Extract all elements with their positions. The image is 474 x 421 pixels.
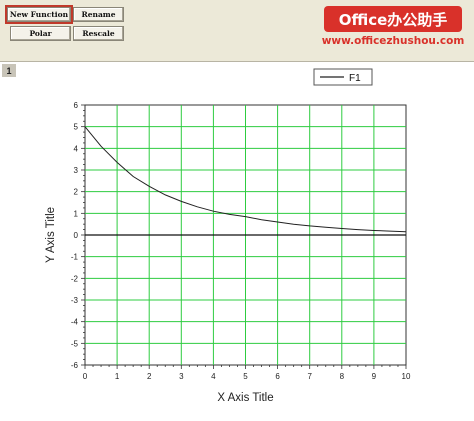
data-point — [165, 194, 166, 195]
x-tick-label: 8 — [340, 372, 345, 381]
y-axis-title: Y Axis Title — [45, 207, 57, 263]
data-point — [357, 229, 358, 230]
y-tick-label: -6 — [71, 361, 79, 370]
data-point — [149, 186, 150, 187]
data-point — [117, 162, 118, 163]
x-tick-label: 7 — [307, 372, 312, 381]
data-point — [309, 225, 310, 226]
data-point — [293, 224, 294, 225]
x-tick-label: 2 — [147, 372, 152, 381]
y-tick-label: 6 — [74, 101, 79, 110]
y-tick-label: -5 — [71, 339, 79, 348]
data-point — [229, 214, 230, 215]
data-point — [389, 231, 390, 232]
data-point — [101, 146, 102, 147]
y-tick-label: 1 — [74, 209, 79, 218]
y-tick-label: -2 — [71, 274, 79, 283]
legend-label: F1 — [349, 73, 361, 84]
data-point — [181, 201, 182, 202]
x-tick-label: 1 — [115, 372, 120, 381]
x-tick-label: 3 — [179, 372, 184, 381]
data-point — [406, 231, 407, 232]
data-point — [85, 126, 86, 127]
data-point — [213, 211, 214, 212]
legend: F1 — [313, 68, 373, 86]
data-point — [341, 228, 342, 229]
data-point — [133, 176, 134, 177]
x-tick-label: 4 — [211, 372, 216, 381]
y-tick-label: -3 — [71, 296, 79, 305]
x-tick-label: 6 — [275, 372, 280, 381]
data-point — [245, 216, 246, 217]
function-plot: 0 1 2 3 4 5 6 7 8 9 10 -6 -5 -4 -3 -2 -1 0 1 2 3 4 5 6 X Axis Ti… — [45, 68, 411, 404]
x-tick-label: 5 — [243, 372, 248, 381]
data-point — [325, 227, 326, 228]
x-axis-title: X Axis Title — [217, 392, 273, 404]
data-point — [197, 206, 198, 207]
y-tick-label: -4 — [71, 318, 79, 327]
y-tick-label: 4 — [74, 144, 79, 153]
y-tick-label: 0 — [74, 231, 79, 240]
data-point — [277, 222, 278, 223]
y-tick-label: 5 — [74, 123, 79, 132]
x-tick-label: 9 — [372, 372, 377, 381]
data-point — [373, 230, 374, 231]
x-tick-label: 10 — [402, 372, 411, 381]
y-tick-label: 3 — [74, 166, 79, 175]
y-tick-label: -1 — [71, 253, 79, 262]
y-tick-label: 2 — [74, 188, 79, 197]
data-point — [261, 219, 262, 220]
x-tick-label: 0 — [83, 372, 88, 381]
